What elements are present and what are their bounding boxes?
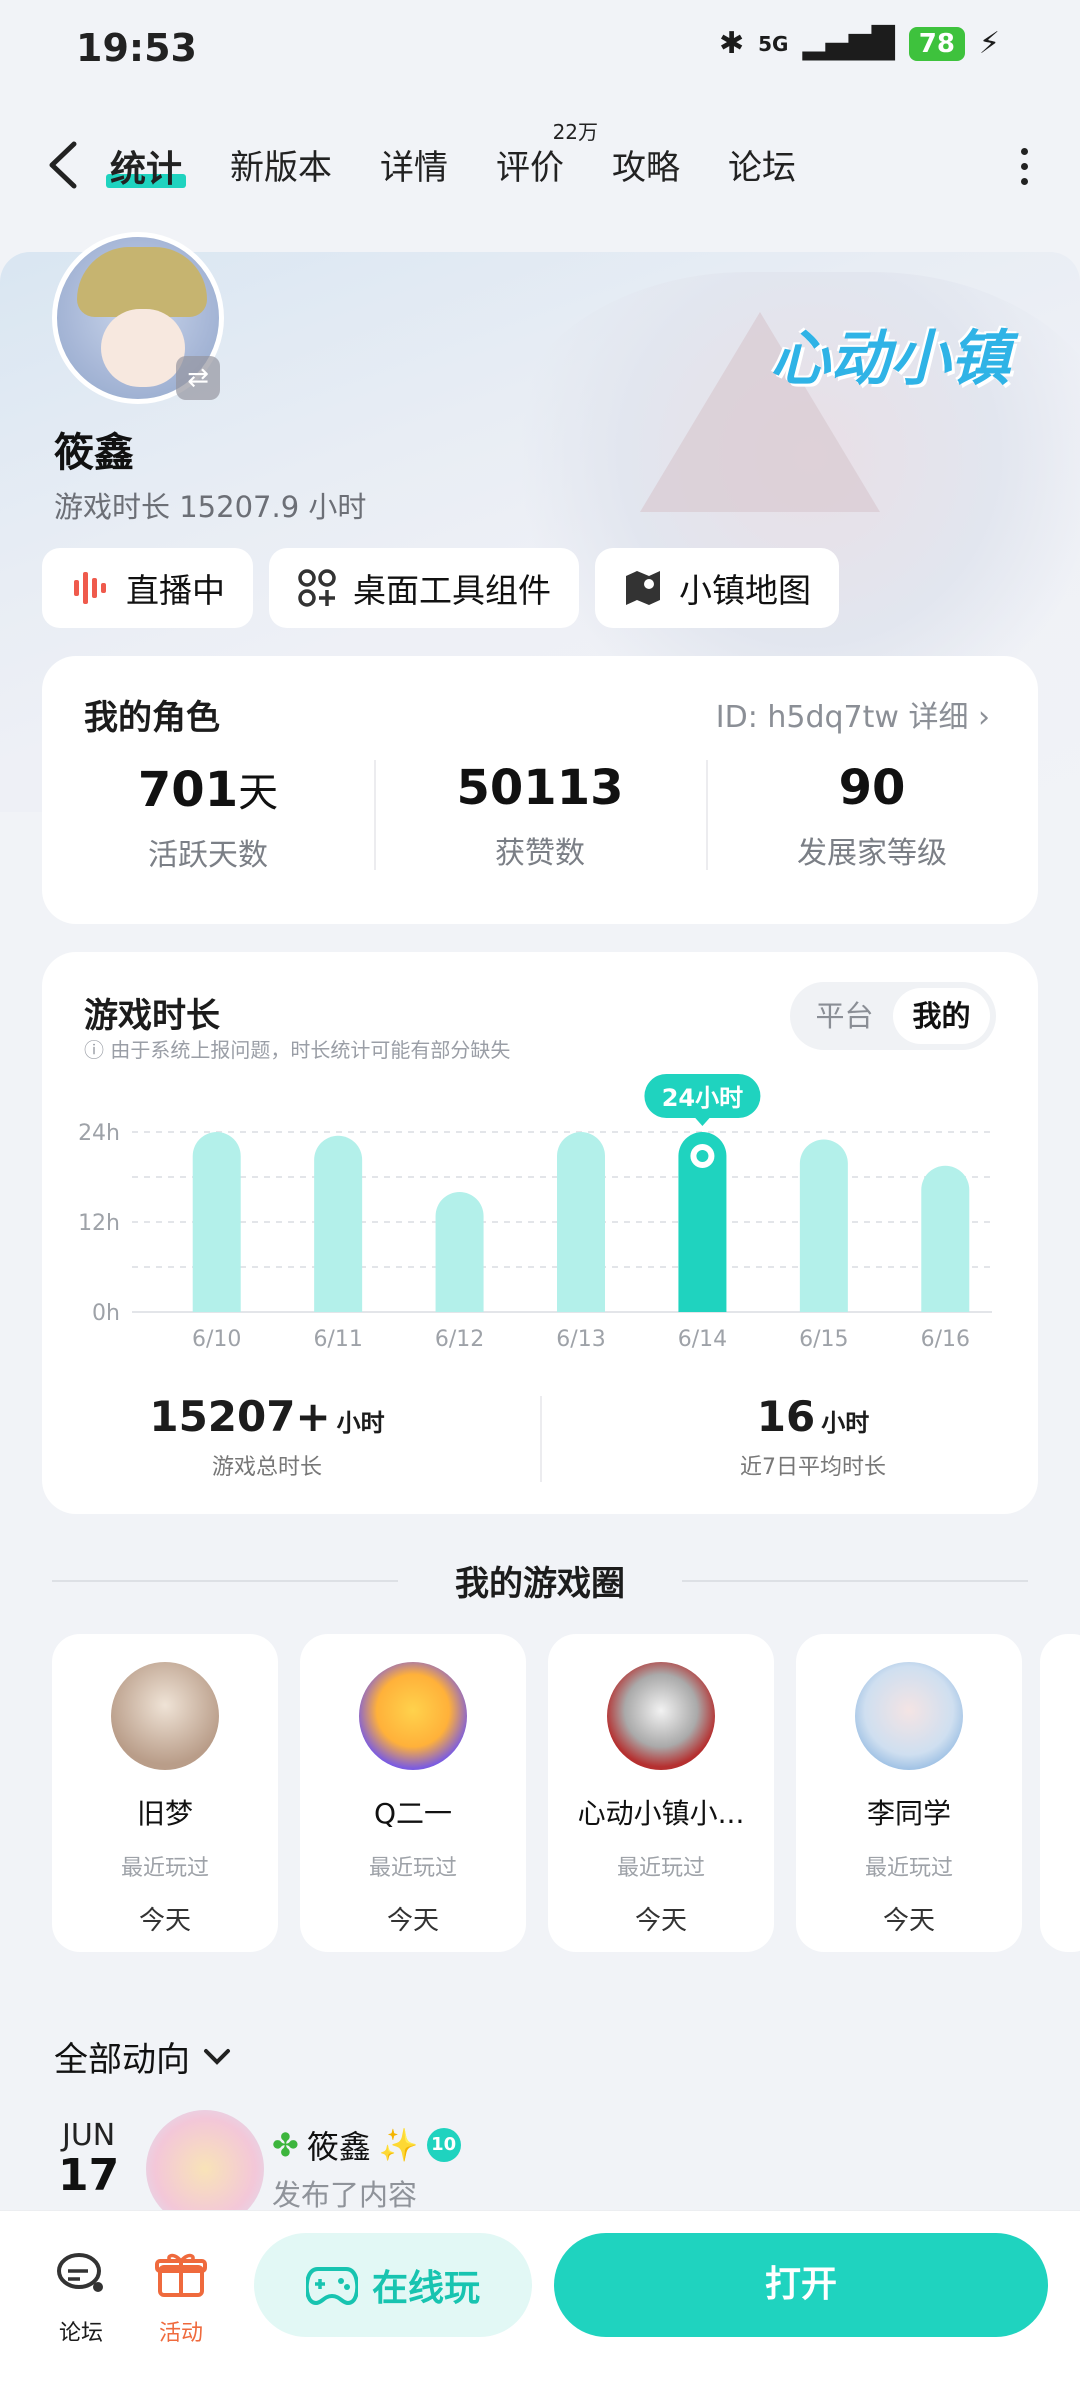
level-badge: 10	[426, 2128, 461, 2162]
more-menu-icon[interactable]	[1021, 148, 1028, 185]
play-online-button[interactable]: 在线玩	[254, 2233, 532, 2337]
likes-stat: 50113 获赞数	[456, 760, 624, 871]
user-name: 筱鑫	[54, 430, 134, 476]
chart-bar[interactable]	[799, 1139, 848, 1313]
open-game-button[interactable]: 打开	[554, 2233, 1048, 2337]
friend-list: 旧梦 最近玩过 今天 Q二一 最近玩过 今天 心动小镇小... 最近玩过 今天 …	[52, 1634, 1022, 1952]
chevron-right-icon: ›	[978, 700, 990, 735]
tab-details[interactable]: 详情	[380, 140, 448, 192]
x-tick-label: 6/12	[435, 1327, 484, 1352]
friend-avatar	[607, 1662, 715, 1770]
charging-icon: ⚡	[978, 26, 1000, 61]
activity-nav[interactable]: 活动	[146, 2249, 216, 2347]
clover-icon: ✤	[272, 2126, 299, 2164]
y-tick-label: 12h	[78, 1211, 120, 1236]
live-icon	[74, 572, 106, 604]
forum-icon	[57, 2253, 103, 2292]
x-tick-label: 6/13	[556, 1327, 605, 1352]
x-tick-label: 6/14	[678, 1327, 727, 1352]
gamepad-icon	[305, 2267, 358, 2305]
gift-icon	[155, 2253, 207, 2297]
live-chip[interactable]: 直播中	[42, 548, 253, 628]
selected-point-dot	[696, 1150, 709, 1162]
play-time-card: 游戏时长 ⓘ 由于系统上报问题，时长统计可能有部分缺失 平台 我的 0h 12h 2…	[42, 952, 1038, 1514]
y-tick-label: 24h	[78, 1121, 120, 1146]
game-circle-title: 我的游戏圈	[455, 1564, 625, 1604]
friend-card[interactable]: Q二一 最近玩过 今天	[300, 1634, 526, 1952]
tab-bar: 统计 新版本 详情 评价 22万 攻略 论坛	[105, 120, 796, 192]
feed-author[interactable]: ✤ 筱鑫 ✨ 10	[272, 2122, 461, 2168]
friend-card[interactable]: 旧梦 最近玩过 今天	[52, 1634, 278, 1952]
tab-new-version[interactable]: 新版本	[230, 140, 332, 192]
widgets-chip[interactable]: 桌面工具组件	[269, 548, 579, 628]
bottom-bar: 论坛 活动 在线玩 打开	[0, 2210, 1080, 2400]
map-chip[interactable]: 小镇地图	[595, 548, 839, 628]
status-bar: 19:53 ✱ 5G ▂▄▆█ 78 ⚡	[0, 0, 1080, 100]
switch-account-icon[interactable]: ⇄	[176, 356, 220, 400]
chart-bar[interactable]	[435, 1192, 484, 1312]
role-id-link[interactable]: ID: h5dq7tw 详细 ›	[716, 692, 990, 736]
status-icons: ✱ 5G ▂▄▆█ 78 ⚡	[719, 26, 1000, 61]
widgets-icon	[298, 569, 336, 607]
tab-guides[interactable]: 攻略	[612, 140, 680, 192]
chevron-down-icon	[204, 2048, 230, 2065]
chart-bar[interactable]	[557, 1132, 605, 1312]
play-time-chart: 0h 12h 24h 6/10 6/11 6/12 6/13 6/14 24小时 6/15 6/16	[78, 1074, 992, 1352]
game-logo: 心动小镇	[770, 324, 1010, 394]
chart-bar[interactable]	[192, 1132, 241, 1312]
back-arrow-icon[interactable]	[44, 140, 84, 190]
feed-date: JUN 17	[58, 2118, 120, 2201]
network-label: 5G	[758, 31, 789, 56]
friend-card[interactable]: 心动小镇小... 最近玩过 今天	[548, 1634, 774, 1952]
my-role-card: 我的角色 ID: h5dq7tw 详细 › 701天 活跃天数 50113 获赞…	[42, 656, 1038, 924]
tab-forum[interactable]: 论坛	[728, 140, 796, 192]
tab-stats[interactable]: 统计	[105, 140, 187, 192]
header: 统计 新版本 详情 评价 22万 攻略 论坛	[0, 120, 1080, 210]
friend-card[interactable]: 李同学 最近玩过 今天	[796, 1634, 1022, 1952]
review-count-badge: 22万	[552, 120, 599, 144]
feed-action: 发布了内容	[272, 2178, 418, 2212]
bluetooth-icon: ✱	[718, 26, 745, 61]
friend-avatar	[359, 1662, 467, 1770]
active-days-stat: 701天 活跃天数	[137, 762, 279, 873]
tab-reviews[interactable]: 评价 22万	[496, 120, 598, 192]
friend-avatar	[111, 1662, 219, 1770]
feed-filter[interactable]: 全部动向	[54, 2032, 232, 2081]
chart-bar[interactable]	[921, 1165, 970, 1312]
sparkle-icon: ✨	[378, 2126, 419, 2164]
friend-card-partial[interactable]	[1040, 1634, 1080, 1952]
developer-level-stat: 90 发展家等级	[797, 760, 947, 871]
role-card-title: 我的角色	[84, 698, 220, 738]
x-tick-label: 6/11	[313, 1327, 362, 1352]
battery-indicator: 78	[908, 26, 965, 61]
chart-tooltip-pointer	[694, 1117, 711, 1126]
friend-avatar	[855, 1662, 963, 1770]
y-tick-label: 0h	[92, 1301, 120, 1326]
average-time-summary: 16 小时 近7日平均时长	[740, 1392, 886, 1480]
quick-actions: 直播中 桌面工具组件 小镇地图	[42, 548, 839, 628]
signal-icon: ▂▄▆█	[802, 26, 895, 61]
chart-tooltip-text: 24小时	[662, 1084, 743, 1112]
chart-bar[interactable]	[314, 1135, 363, 1312]
total-play-time: 游戏时长 15207.9 小时	[54, 490, 367, 524]
forum-nav[interactable]: 论坛	[46, 2249, 116, 2347]
status-time: 19:53	[76, 26, 197, 70]
x-tick-label: 6/10	[192, 1327, 241, 1352]
x-tick-label: 6/16	[921, 1327, 970, 1352]
x-tick-label: 6/15	[799, 1327, 848, 1352]
total-time-summary: 15207+ 小时 游戏总时长	[149, 1392, 385, 1480]
map-icon	[626, 571, 660, 605]
